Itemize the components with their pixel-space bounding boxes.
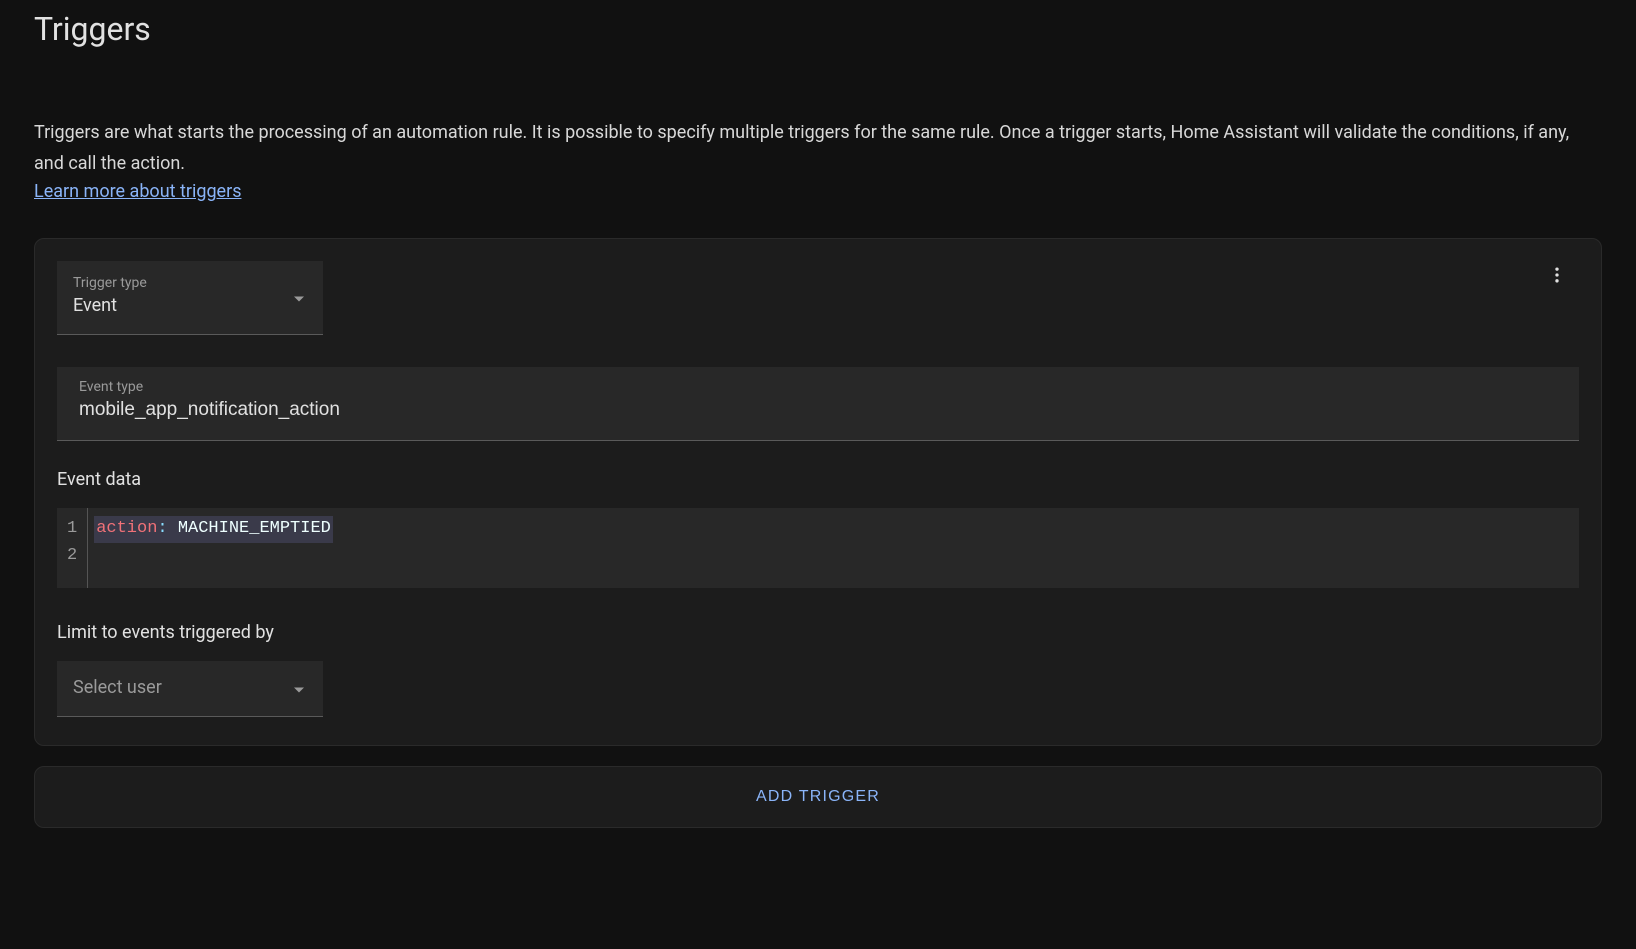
trigger-type-select[interactable]: Trigger type Event <box>57 261 323 335</box>
code-gutter: 1 2 <box>57 508 88 588</box>
dots-vertical-icon <box>1547 265 1567 285</box>
trigger-type-value: Event <box>73 295 117 316</box>
event-data-label: Event data <box>57 469 1579 490</box>
add-trigger-button[interactable]: Add Trigger <box>34 766 1602 828</box>
gutter-line-2: 2 <box>67 543 77 569</box>
chevron-down-icon <box>293 288 305 307</box>
user-select-placeholder: Select user <box>73 677 162 698</box>
gutter-line-1: 1 <box>67 516 77 542</box>
learn-more-link[interactable]: Learn more about triggers <box>34 181 241 202</box>
event-type-field[interactable]: Event type <box>57 367 1579 441</box>
chevron-down-icon <box>293 679 305 698</box>
triggers-section: Triggers Triggers are what starts the pr… <box>0 0 1636 868</box>
trigger-type-label: Trigger type <box>73 275 307 291</box>
triggers-description: Triggers are what starts the processing … <box>34 118 1602 179</box>
code-line-2 <box>94 543 1573 569</box>
user-select[interactable]: Select user <box>57 661 323 717</box>
trigger-card: Trigger type Event Event type Event data… <box>34 238 1602 746</box>
event-data-editor[interactable]: 1 2 action: MACHINE_EMPTIED <box>57 508 1579 588</box>
limit-label: Limit to events triggered by <box>57 622 1579 643</box>
event-type-label: Event type <box>79 379 1557 395</box>
event-type-input[interactable] <box>79 399 1557 421</box>
more-options-button[interactable] <box>1537 255 1577 295</box>
code-content[interactable]: action: MACHINE_EMPTIED <box>88 508 1579 588</box>
page-title: Triggers <box>34 10 1602 48</box>
code-line-1: action: MACHINE_EMPTIED <box>94 516 1573 542</box>
